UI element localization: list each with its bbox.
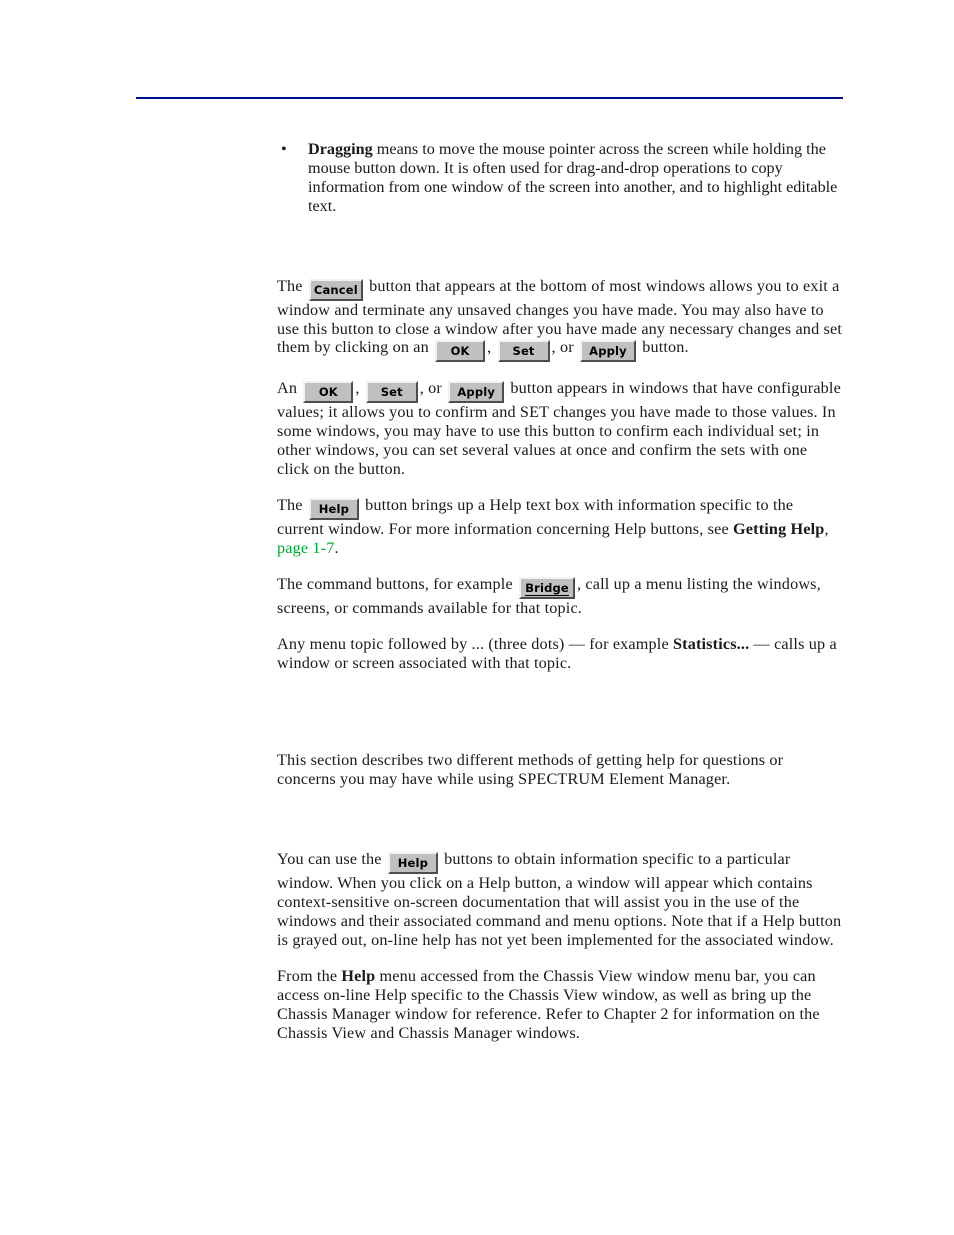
header-rule — [136, 97, 843, 99]
ok-button[interactable]: OK — [303, 381, 354, 404]
text-fragment: From the — [277, 967, 342, 986]
ok-set-apply-paragraph: An OK, Set, or Apply button appears in w… — [277, 379, 843, 479]
document-page: • Dragging means to move the mouse point… — [0, 0, 954, 1235]
text-fragment: The command buttons, for example — [277, 574, 518, 593]
page-cross-reference-link[interactable]: page 1-7 — [277, 539, 334, 557]
menu-topic-example: Statistics... — [673, 634, 750, 653]
cancel-button-paragraph: The Cancel button that appears at the bo… — [277, 277, 843, 363]
page-content: • Dragging means to move the mouse point… — [277, 140, 843, 1043]
set-button[interactable]: Set — [365, 381, 418, 404]
text-fragment: button. — [637, 338, 689, 357]
section-heading-placeholder-getting-help — [277, 673, 843, 751]
apply-button[interactable]: Apply — [448, 381, 505, 404]
cross-reference-title: Getting Help — [733, 520, 825, 539]
section-intro-paragraph: This section describes two different met… — [277, 750, 784, 788]
section-heading-placeholder-buttons — [277, 216, 843, 277]
help-button[interactable]: Help — [387, 852, 438, 875]
help-button-paragraph: The Help button brings up a Help text bo… — [277, 496, 843, 558]
help-button[interactable]: Help — [308, 498, 359, 521]
bridge-button[interactable]: Bridge — [519, 576, 576, 599]
text-fragment: , or — [551, 338, 578, 357]
bullet-list: • Dragging means to move the mouse point… — [277, 140, 843, 216]
text-fragment: , — [355, 379, 364, 398]
bullet-lead-term: Dragging — [308, 140, 373, 158]
text-fragment: An — [277, 379, 302, 398]
command-buttons-paragraph: The command buttons, for example Bridge,… — [277, 575, 843, 618]
bullet-text: means to move the mouse pointer across t… — [308, 140, 838, 215]
text-fragment: , — [824, 520, 829, 539]
text-fragment: The — [277, 496, 307, 515]
text-fragment: . — [334, 538, 339, 557]
cancel-button[interactable]: Cancel — [308, 278, 363, 301]
bridge-button-label: Bridge — [525, 580, 569, 596]
menu-topic-paragraph: Any menu topic followed by ... (three do… — [277, 635, 843, 673]
list-item: • Dragging means to move the mouse point… — [277, 140, 843, 216]
bullet-marker: • — [281, 140, 287, 158]
help-buttons-usage-paragraph: You can use the Help buttons to obtain i… — [277, 850, 843, 950]
help-menu-paragraph: From the Help menu accessed from the Cha… — [277, 967, 843, 1043]
text-fragment: You can use the — [277, 850, 386, 869]
set-button[interactable]: Set — [497, 340, 550, 363]
text-fragment: , or — [419, 379, 447, 398]
text-fragment: Any menu topic followed by ... (three do… — [277, 634, 673, 653]
text-fragment: , — [487, 338, 496, 357]
text-fragment: The — [277, 276, 307, 295]
apply-button[interactable]: Apply — [579, 340, 636, 363]
section-heading-placeholder-help-buttons — [277, 788, 843, 850]
help-menu-name: Help — [341, 967, 376, 986]
ok-button[interactable]: OK — [435, 340, 486, 363]
